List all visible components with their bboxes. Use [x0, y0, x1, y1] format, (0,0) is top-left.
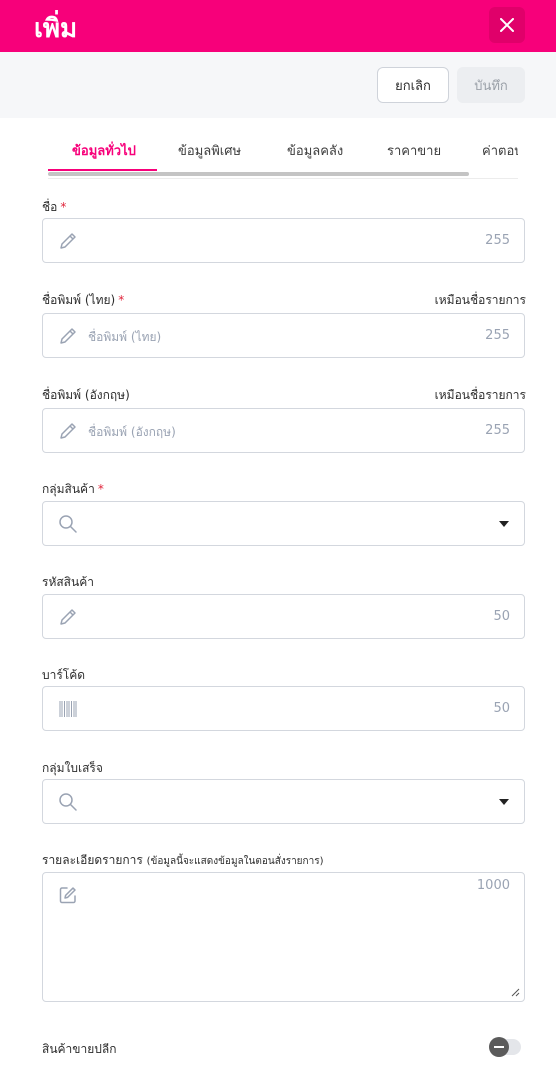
- description-label: รายละเอียดรายการ (ข้อมูลนี้จะแสดงข้อมูลใ…: [42, 853, 324, 867]
- barcode-icon: [59, 701, 77, 717]
- tab-scrollbar[interactable]: [48, 172, 469, 176]
- description-counter: 1000: [476, 878, 510, 893]
- close-icon: [500, 18, 514, 32]
- retail-product-label: สินค้าขายปลีก: [42, 1042, 117, 1056]
- print-name-th-input[interactable]: ชื่อพิมพ์ (ไทย) 255: [42, 313, 525, 358]
- save-button[interactable]: บันทึก: [457, 67, 525, 103]
- product-code-label: รหัสสินค้า: [42, 575, 94, 589]
- tab-inventory[interactable]: ข้อมูลคลัง: [287, 140, 343, 161]
- modal-header: เพิ่ม: [0, 0, 556, 52]
- pencil-icon: [60, 423, 76, 439]
- print-name-th-placeholder: ชื่อพิมพ์ (ไทย): [88, 330, 162, 344]
- barcode-label: บาร์โค้ด: [42, 668, 86, 682]
- tab-commission[interactable]: ค่าตอบ: [482, 140, 518, 161]
- print-name-en-input[interactable]: ชื่อพิมพ์ (อังกฤษ) 255: [42, 408, 525, 453]
- name-label: ชื่อ *: [42, 200, 67, 214]
- print-name-th-counter: 255: [485, 328, 510, 343]
- tabs-divider: [48, 178, 518, 179]
- print-name-en-label: ชื่อพิมพ์ (อังกฤษ): [42, 388, 130, 402]
- name-counter: 255: [485, 233, 510, 248]
- barcode-input[interactable]: 50: [42, 686, 525, 731]
- tab-general[interactable]: ข้อมูลทั่วไป: [72, 140, 136, 161]
- active-tab-indicator: [48, 169, 157, 171]
- print-name-th-label: ชื่อพิมพ์ (ไทย) *: [42, 293, 125, 307]
- product-group-label: กลุ่มสินค้า *: [42, 482, 104, 496]
- receipt-group-select[interactable]: [42, 779, 525, 824]
- chevron-down-icon[interactable]: [499, 799, 509, 805]
- same-as-name-link-th[interactable]: เหมือนชื่อรายการ: [435, 291, 526, 310]
- modal-title: เพิ่ม: [34, 14, 78, 44]
- tab-special[interactable]: ข้อมูลพิเศษ: [178, 140, 241, 161]
- tab-bar: ข้อมูลทั่วไป ข้อมูลพิเศษ ข้อมูลคลัง ราคา…: [48, 118, 518, 180]
- barcode-counter: 50: [493, 701, 510, 716]
- product-group-select[interactable]: [42, 501, 525, 546]
- cancel-button[interactable]: ยกเลิก: [377, 67, 449, 103]
- tab-selling-price[interactable]: ราคาขาย: [387, 140, 441, 161]
- action-bar: ยกเลิก บันทึก: [0, 52, 556, 118]
- retail-product-toggle[interactable]: [489, 1037, 521, 1057]
- description-note: (ข้อมูลนี้จะแสดงข้อมูลในตอนสั่งรายการ): [146, 856, 324, 867]
- print-name-en-placeholder: ชื่อพิมพ์ (อังกฤษ): [88, 425, 176, 439]
- pencil-icon: [60, 233, 76, 249]
- same-as-name-link-en[interactable]: เหมือนชื่อรายการ: [435, 386, 526, 405]
- search-icon: [59, 515, 77, 533]
- search-icon: [59, 793, 77, 811]
- pencil-icon: [60, 328, 76, 344]
- pencil-icon: [60, 609, 76, 625]
- product-code-counter: 50: [493, 609, 510, 624]
- print-name-en-counter: 255: [485, 423, 510, 438]
- name-input[interactable]: 255: [42, 218, 525, 263]
- close-button[interactable]: [489, 7, 525, 43]
- chevron-down-icon[interactable]: [499, 521, 509, 527]
- product-code-input[interactable]: 50: [42, 594, 525, 639]
- description-textarea[interactable]: 1000: [42, 872, 525, 1002]
- resize-handle-icon[interactable]: [510, 987, 520, 997]
- receipt-group-label: กลุ่มใบเสร็จ: [42, 761, 103, 775]
- edit-icon: [59, 887, 76, 904]
- toggle-knob: [489, 1037, 509, 1057]
